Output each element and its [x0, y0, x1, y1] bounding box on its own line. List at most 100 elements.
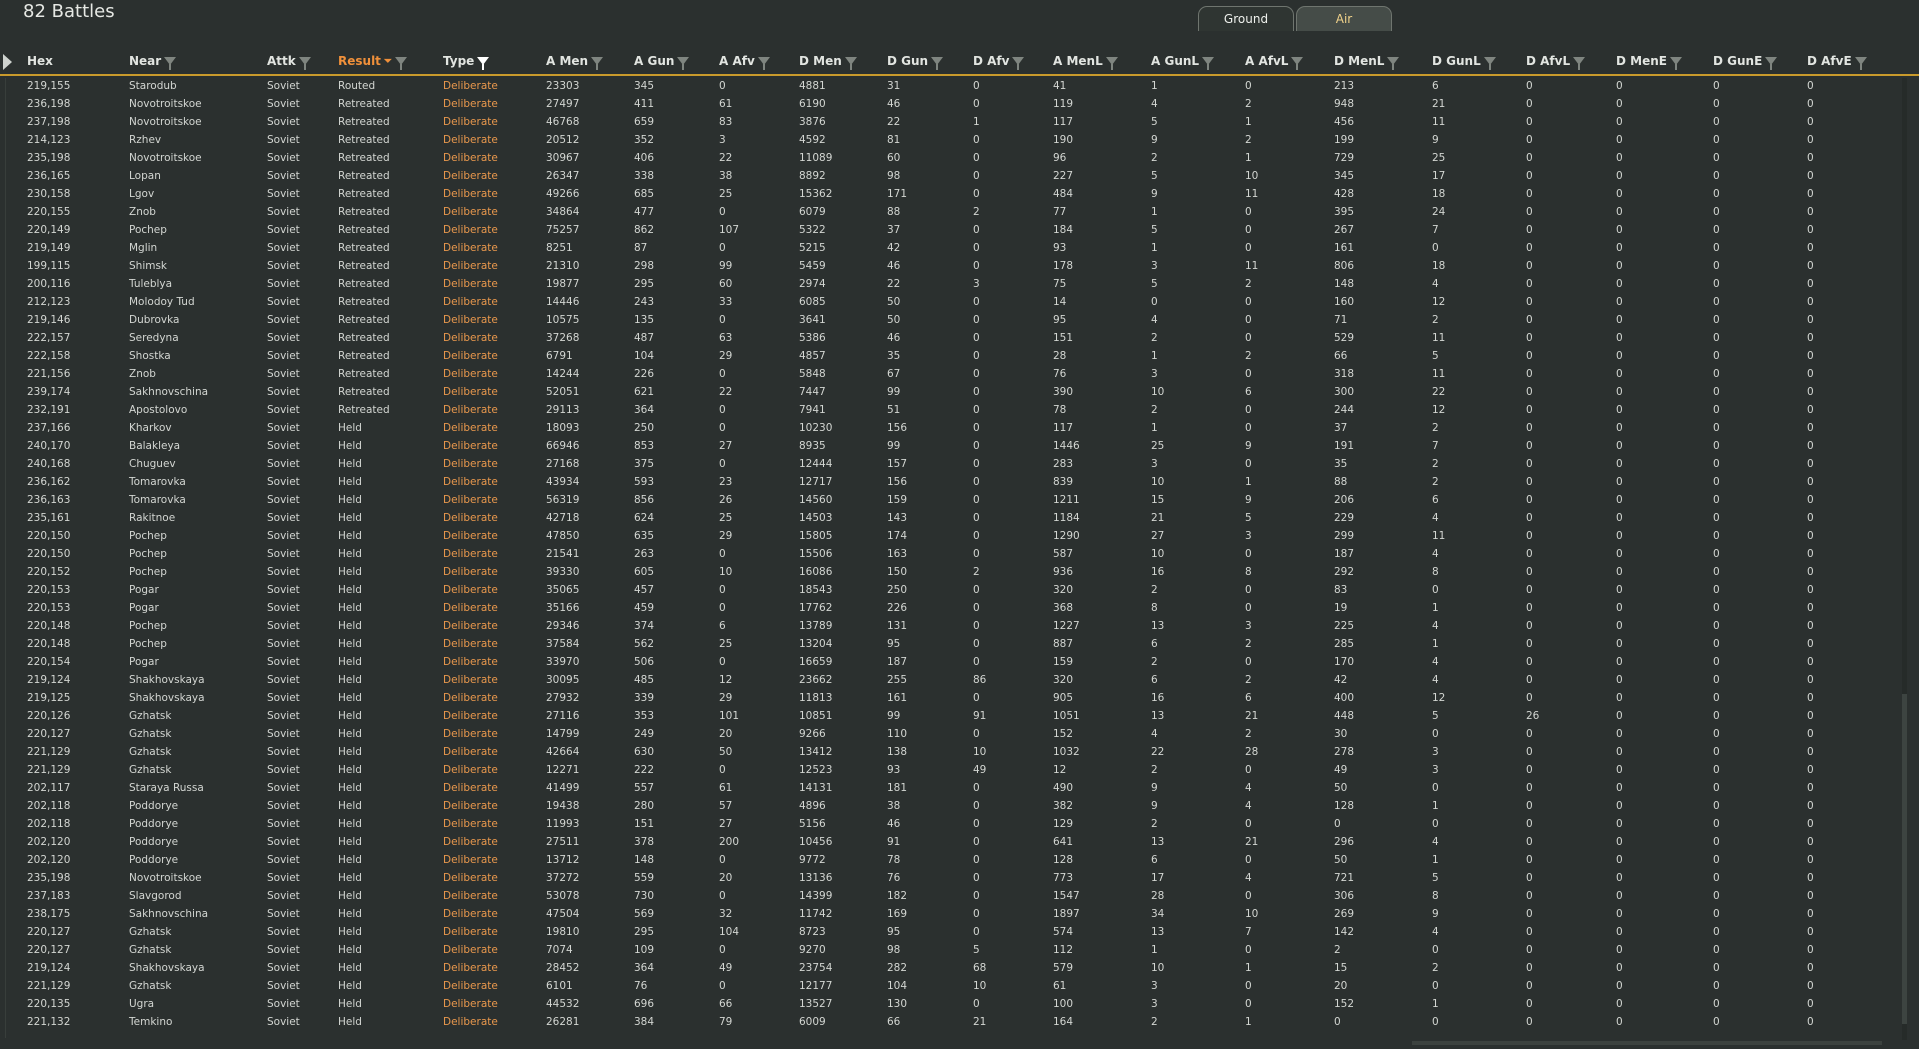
- filter-icon[interactable]: [1105, 57, 1118, 70]
- table-row[interactable]: 221,156 Znob Soviet Retreated Deliberate 1424…: [0, 366, 1919, 384]
- filter-icon[interactable]: [298, 57, 311, 70]
- tab-ground[interactable]: Ground: [1198, 6, 1294, 31]
- col-header-a-menl[interactable]: A MenL: [1053, 54, 1118, 70]
- table-row[interactable]: 221,129 Gzhatsk Soviet Held Deliberate 12271 2…: [0, 762, 1919, 780]
- table-row[interactable]: 220,152 Pochep Soviet Held Deliberate 39330 60…: [0, 564, 1919, 582]
- table-row[interactable]: 220,126 Gzhatsk Soviet Held Deliberate 27116 3…: [0, 708, 1919, 726]
- table-row[interactable]: 202,117 Staraya Russa Soviet Held Deliberate…: [0, 780, 1919, 798]
- table-row[interactable]: 221,129 Gzhatsk Soviet Held Deliberate 42664 6…: [0, 744, 1919, 762]
- table-row[interactable]: 232,191 Apostolovo Soviet Retreated Delibera…: [0, 402, 1919, 420]
- col-header-d-afv[interactable]: D Afv: [973, 54, 1025, 70]
- table-row[interactable]: 222,157 Seredyna Soviet Retreated Deliberate…: [0, 330, 1919, 348]
- filter-icon[interactable]: [931, 57, 944, 70]
- table-row[interactable]: 236,165 Lopan Soviet Retreated Deliberate 263…: [0, 168, 1919, 186]
- col-header-type[interactable]: Type: [443, 54, 490, 70]
- table-row[interactable]: 239,174 Sakhnovschina Soviet Retreated Delib…: [0, 384, 1919, 402]
- table-row[interactable]: 219,146 Dubrovka Soviet Retreated Deliberate…: [0, 312, 1919, 330]
- filter-icon[interactable]: [1202, 57, 1215, 70]
- col-header-d-gunl[interactable]: D GunL: [1432, 54, 1496, 70]
- col-header-d-gune[interactable]: D GunE: [1713, 54, 1778, 70]
- table-row[interactable]: 220,150 Pochep Soviet Held Deliberate 21541 26…: [0, 546, 1919, 564]
- filter-icon[interactable]: [1573, 57, 1586, 70]
- filter-icon[interactable]: [1854, 57, 1867, 70]
- table-row[interactable]: 222,158 Shostka Soviet Retreated Deliberate 6…: [0, 348, 1919, 366]
- table-row[interactable]: 220,148 Pochep Soviet Held Deliberate 37584 56…: [0, 636, 1919, 654]
- table-row[interactable]: 240,168 Chuguev Soviet Held Deliberate 27168 3…: [0, 456, 1919, 474]
- col-header-d-gun[interactable]: D Gun: [887, 54, 944, 70]
- table-row[interactable]: 220,148 Pochep Soviet Held Deliberate 29346 37…: [0, 618, 1919, 636]
- col-header-d-mene[interactable]: D MenE: [1616, 54, 1682, 70]
- filter-icon[interactable]: [164, 57, 177, 70]
- col-header-attk[interactable]: Attk: [267, 54, 311, 70]
- table-row[interactable]: 219,125 Shakhovskaya Soviet Held Deliberate 2…: [0, 690, 1919, 708]
- col-header-hex[interactable]: Hex: [27, 54, 53, 68]
- table-row[interactable]: 240,170 Balakleya Soviet Held Deliberate 6694…: [0, 438, 1919, 456]
- table-row[interactable]: 220,153 Pogar Soviet Held Deliberate 35166 459…: [0, 600, 1919, 618]
- filter-icon[interactable]: [757, 57, 770, 70]
- table-row[interactable]: 220,135 Ugra Soviet Held Deliberate 44532 696 6…: [0, 996, 1919, 1014]
- table-row[interactable]: 220,127 Gzhatsk Soviet Held Deliberate 14799 2…: [0, 726, 1919, 744]
- table-row[interactable]: 235,161 Rakitnoe Soviet Held Deliberate 42718…: [0, 510, 1919, 528]
- filter-icon[interactable]: [1669, 57, 1682, 70]
- col-header-d-men[interactable]: D Men: [799, 54, 857, 70]
- col-header-d-afvl[interactable]: D AfvL: [1526, 54, 1586, 70]
- filter-icon[interactable]: [394, 57, 407, 70]
- table-row[interactable]: 236,162 Tomarovka Soviet Held Deliberate 4393…: [0, 474, 1919, 492]
- table-row[interactable]: 220,155 Znob Soviet Retreated Deliberate 3486…: [0, 204, 1919, 222]
- expand-arrow-icon[interactable]: [3, 54, 12, 70]
- filter-icon[interactable]: [1291, 57, 1304, 70]
- col-header-a-gun[interactable]: A Gun: [634, 54, 690, 70]
- table-row[interactable]: 236,163 Tomarovka Soviet Held Deliberate 5631…: [0, 492, 1919, 510]
- table-row[interactable]: 221,132 Temkino Soviet Held Deliberate 26281 3…: [0, 1014, 1919, 1032]
- table-row[interactable]: 220,149 Pochep Soviet Retreated Deliberate 75…: [0, 222, 1919, 240]
- col-header-result[interactable]: Result ⏷: [338, 54, 407, 70]
- table-row[interactable]: 202,118 Poddorye Soviet Held Deliberate 19438…: [0, 798, 1919, 816]
- table-row[interactable]: 235,198 Novotroitskoe Soviet Retreated Delib…: [0, 150, 1919, 168]
- table-row[interactable]: 202,120 Poddorye Soviet Held Deliberate 13712…: [0, 852, 1919, 870]
- tab-air[interactable]: Air: [1296, 6, 1392, 31]
- col-header-a-afvl[interactable]: A AfvL: [1245, 54, 1304, 70]
- filter-icon[interactable]: [1012, 57, 1025, 70]
- filter-icon[interactable]: [844, 57, 857, 70]
- table-row[interactable]: 200,116 Tuleblya Soviet Retreated Deliberate…: [0, 276, 1919, 294]
- filter-active-icon[interactable]: [477, 57, 490, 70]
- table-row[interactable]: 230,158 Lgov Soviet Retreated Deliberate 4926…: [0, 186, 1919, 204]
- col-header-a-gunl[interactable]: A GunL: [1151, 54, 1215, 70]
- col-header-d-menl[interactable]: D MenL: [1334, 54, 1400, 70]
- table-row[interactable]: 214,123 Rzhev Soviet Retreated Deliberate 205…: [0, 132, 1919, 150]
- filter-icon[interactable]: [1765, 57, 1778, 70]
- table-row[interactable]: 237,183 Slavgorod Soviet Held Deliberate 5307…: [0, 888, 1919, 906]
- table-row[interactable]: 202,118 Poddorye Soviet Held Deliberate 11993…: [0, 816, 1919, 834]
- table-row[interactable]: 220,127 Gzhatsk Soviet Held Deliberate 19810 2…: [0, 924, 1919, 942]
- cell-near: Sakhnovschina: [129, 386, 209, 398]
- filter-icon[interactable]: [677, 57, 690, 70]
- table-row[interactable]: 220,153 Pogar Soviet Held Deliberate 35065 457…: [0, 582, 1919, 600]
- col-header-a-men[interactable]: A Men: [546, 54, 604, 70]
- table-row[interactable]: 219,155 Starodub Soviet Routed Deliberate 233…: [0, 78, 1919, 96]
- table-row[interactable]: 202,120 Poddorye Soviet Held Deliberate 27511…: [0, 834, 1919, 852]
- table-row[interactable]: 221,129 Gzhatsk Soviet Held Deliberate 6101 76…: [0, 978, 1919, 996]
- col-header-a-afv[interactable]: A Afv: [719, 54, 770, 70]
- table-row[interactable]: 237,166 Kharkov Soviet Held Deliberate 18093 2…: [0, 420, 1919, 438]
- table-row[interactable]: 237,198 Novotroitskoe Soviet Retreated Delib…: [0, 114, 1919, 132]
- table-row[interactable]: 199,115 Shimsk Soviet Retreated Deliberate 21…: [0, 258, 1919, 276]
- table-row[interactable]: 219,124 Shakhovskaya Soviet Held Deliberate 2…: [0, 960, 1919, 978]
- horizontal-scrollbar[interactable]: [1412, 1041, 1882, 1045]
- vertical-scrollbar-thumb[interactable]: [1902, 694, 1907, 1024]
- table-row[interactable]: 220,127 Gzhatsk Soviet Held Deliberate 7074 10…: [0, 942, 1919, 960]
- table-row[interactable]: 238,175 Sakhnovschina Soviet Held Deliberate…: [0, 906, 1919, 924]
- cell-d-afvl: 0: [1526, 728, 1533, 740]
- table-row[interactable]: 220,154 Pogar Soviet Held Deliberate 33970 506…: [0, 654, 1919, 672]
- sort-desc-icon[interactable]: ⏷: [384, 56, 392, 67]
- table-row[interactable]: 219,124 Shakhovskaya Soviet Held Deliberate 3…: [0, 672, 1919, 690]
- table-row[interactable]: 212,123 Molodoy Tud Soviet Retreated Deliber…: [0, 294, 1919, 312]
- filter-icon[interactable]: [1387, 57, 1400, 70]
- filter-icon[interactable]: [591, 57, 604, 70]
- filter-icon[interactable]: [1483, 57, 1496, 70]
- table-row[interactable]: 219,149 Mglin Soviet Retreated Deliberate 825…: [0, 240, 1919, 258]
- col-header-near[interactable]: Near: [129, 54, 177, 70]
- table-row[interactable]: 236,198 Novotroitskoe Soviet Retreated Delib…: [0, 96, 1919, 114]
- table-row[interactable]: 220,150 Pochep Soviet Held Deliberate 47850 63…: [0, 528, 1919, 546]
- col-header-d-afve[interactable]: D AfvE: [1807, 54, 1867, 70]
- table-row[interactable]: 235,198 Novotroitskoe Soviet Held Deliberate…: [0, 870, 1919, 888]
